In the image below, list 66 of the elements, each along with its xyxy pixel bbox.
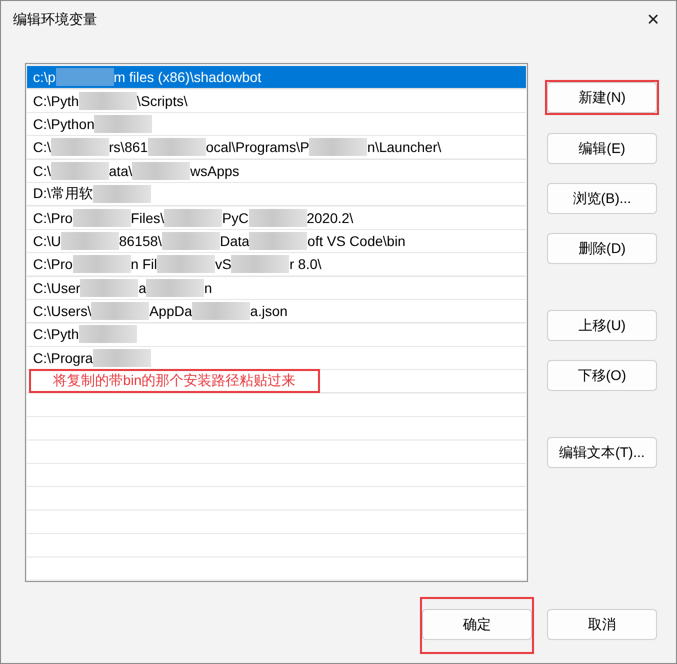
blurred-area [50, 162, 109, 180]
path-text: c:\p [33, 69, 56, 86]
path-text: C:\U [33, 232, 61, 249]
path-text: AppDa [149, 303, 192, 320]
dialog-button[interactable]: 上移(U) [547, 310, 657, 341]
blurred-area [157, 255, 216, 274]
dialog-button[interactable]: 下移(O) [547, 360, 657, 391]
blurred-area [61, 232, 119, 250]
annotation-note: 将复制的带bin的那个安装路径粘贴过来 [29, 369, 320, 394]
path-text: ocal\Programs\P [206, 139, 310, 156]
blurred-area [132, 162, 190, 180]
window-title: 编辑环境变量 [13, 11, 97, 29]
path-text: 86158\ [119, 232, 162, 249]
blurred-area [248, 208, 307, 227]
dialog-button[interactable]: 编辑文本(T)... [547, 437, 657, 468]
dialog-button[interactable]: 编辑(E) [547, 133, 657, 164]
blurred-area [72, 255, 131, 274]
dialog-button[interactable]: 删除(D) [547, 233, 657, 264]
blurred-area [249, 232, 308, 250]
blurred-area [231, 255, 290, 274]
close-button[interactable]: ✕ [630, 1, 676, 39]
path-text: n Fil [130, 256, 158, 272]
path-text: \Scripts\ [136, 92, 188, 109]
dialog-button[interactable]: 取消 [547, 609, 657, 640]
blurred-area [192, 302, 250, 320]
path-text: wsApps [190, 162, 240, 179]
path-text: r 8.0\ [289, 256, 322, 272]
path-text: a [138, 280, 146, 296]
path-text: C:\Pyth [33, 92, 79, 109]
blurred-area [164, 208, 222, 227]
path-text: PyC [222, 210, 249, 226]
path-text: C:\Users\ [33, 303, 92, 320]
path-text: ata\ [108, 162, 132, 179]
path-text: C:\Pyth [33, 326, 79, 342]
path-text: C:\Pro [33, 256, 73, 272]
blurred-area [148, 138, 206, 156]
path-text: 2020.2\ [306, 210, 354, 226]
path-text: vS [215, 256, 232, 272]
dialog-button[interactable]: 确定 [422, 609, 532, 640]
path-text: a.json [250, 303, 288, 320]
blurred-area [56, 68, 114, 86]
path-text: C:\ [33, 139, 51, 156]
blurred-area [146, 278, 204, 297]
blurred-area [72, 208, 131, 227]
path-text: Data [220, 232, 250, 249]
path-text: C:\User [33, 280, 80, 296]
blurred-area [91, 302, 150, 320]
blurred-area [50, 138, 109, 156]
path-text: n\Launcher\ [367, 139, 442, 156]
path-text: m files (x86)\shadowbot [114, 69, 262, 86]
blurred-area [309, 138, 368, 156]
dialog-button[interactable]: 浏览(B)... [547, 183, 657, 214]
dialog-button[interactable]: 新建(N) [547, 82, 657, 113]
path-list[interactable] [25, 63, 528, 582]
path-text: C:\Python [33, 116, 94, 132]
path-text: D:\常用软 [33, 185, 93, 204]
path-text: oft VS Code\bin [307, 232, 406, 249]
path-text: C:\Progra [33, 350, 93, 366]
path-text: C:\Pro [33, 210, 73, 226]
blurred-area [78, 92, 137, 110]
path-text: rs\861 [108, 139, 148, 156]
blurred-area [162, 232, 220, 250]
path-text: n [204, 280, 212, 296]
blurred-area [80, 278, 138, 297]
path-text: C:\ [33, 162, 51, 179]
path-text: Files\ [130, 210, 164, 226]
